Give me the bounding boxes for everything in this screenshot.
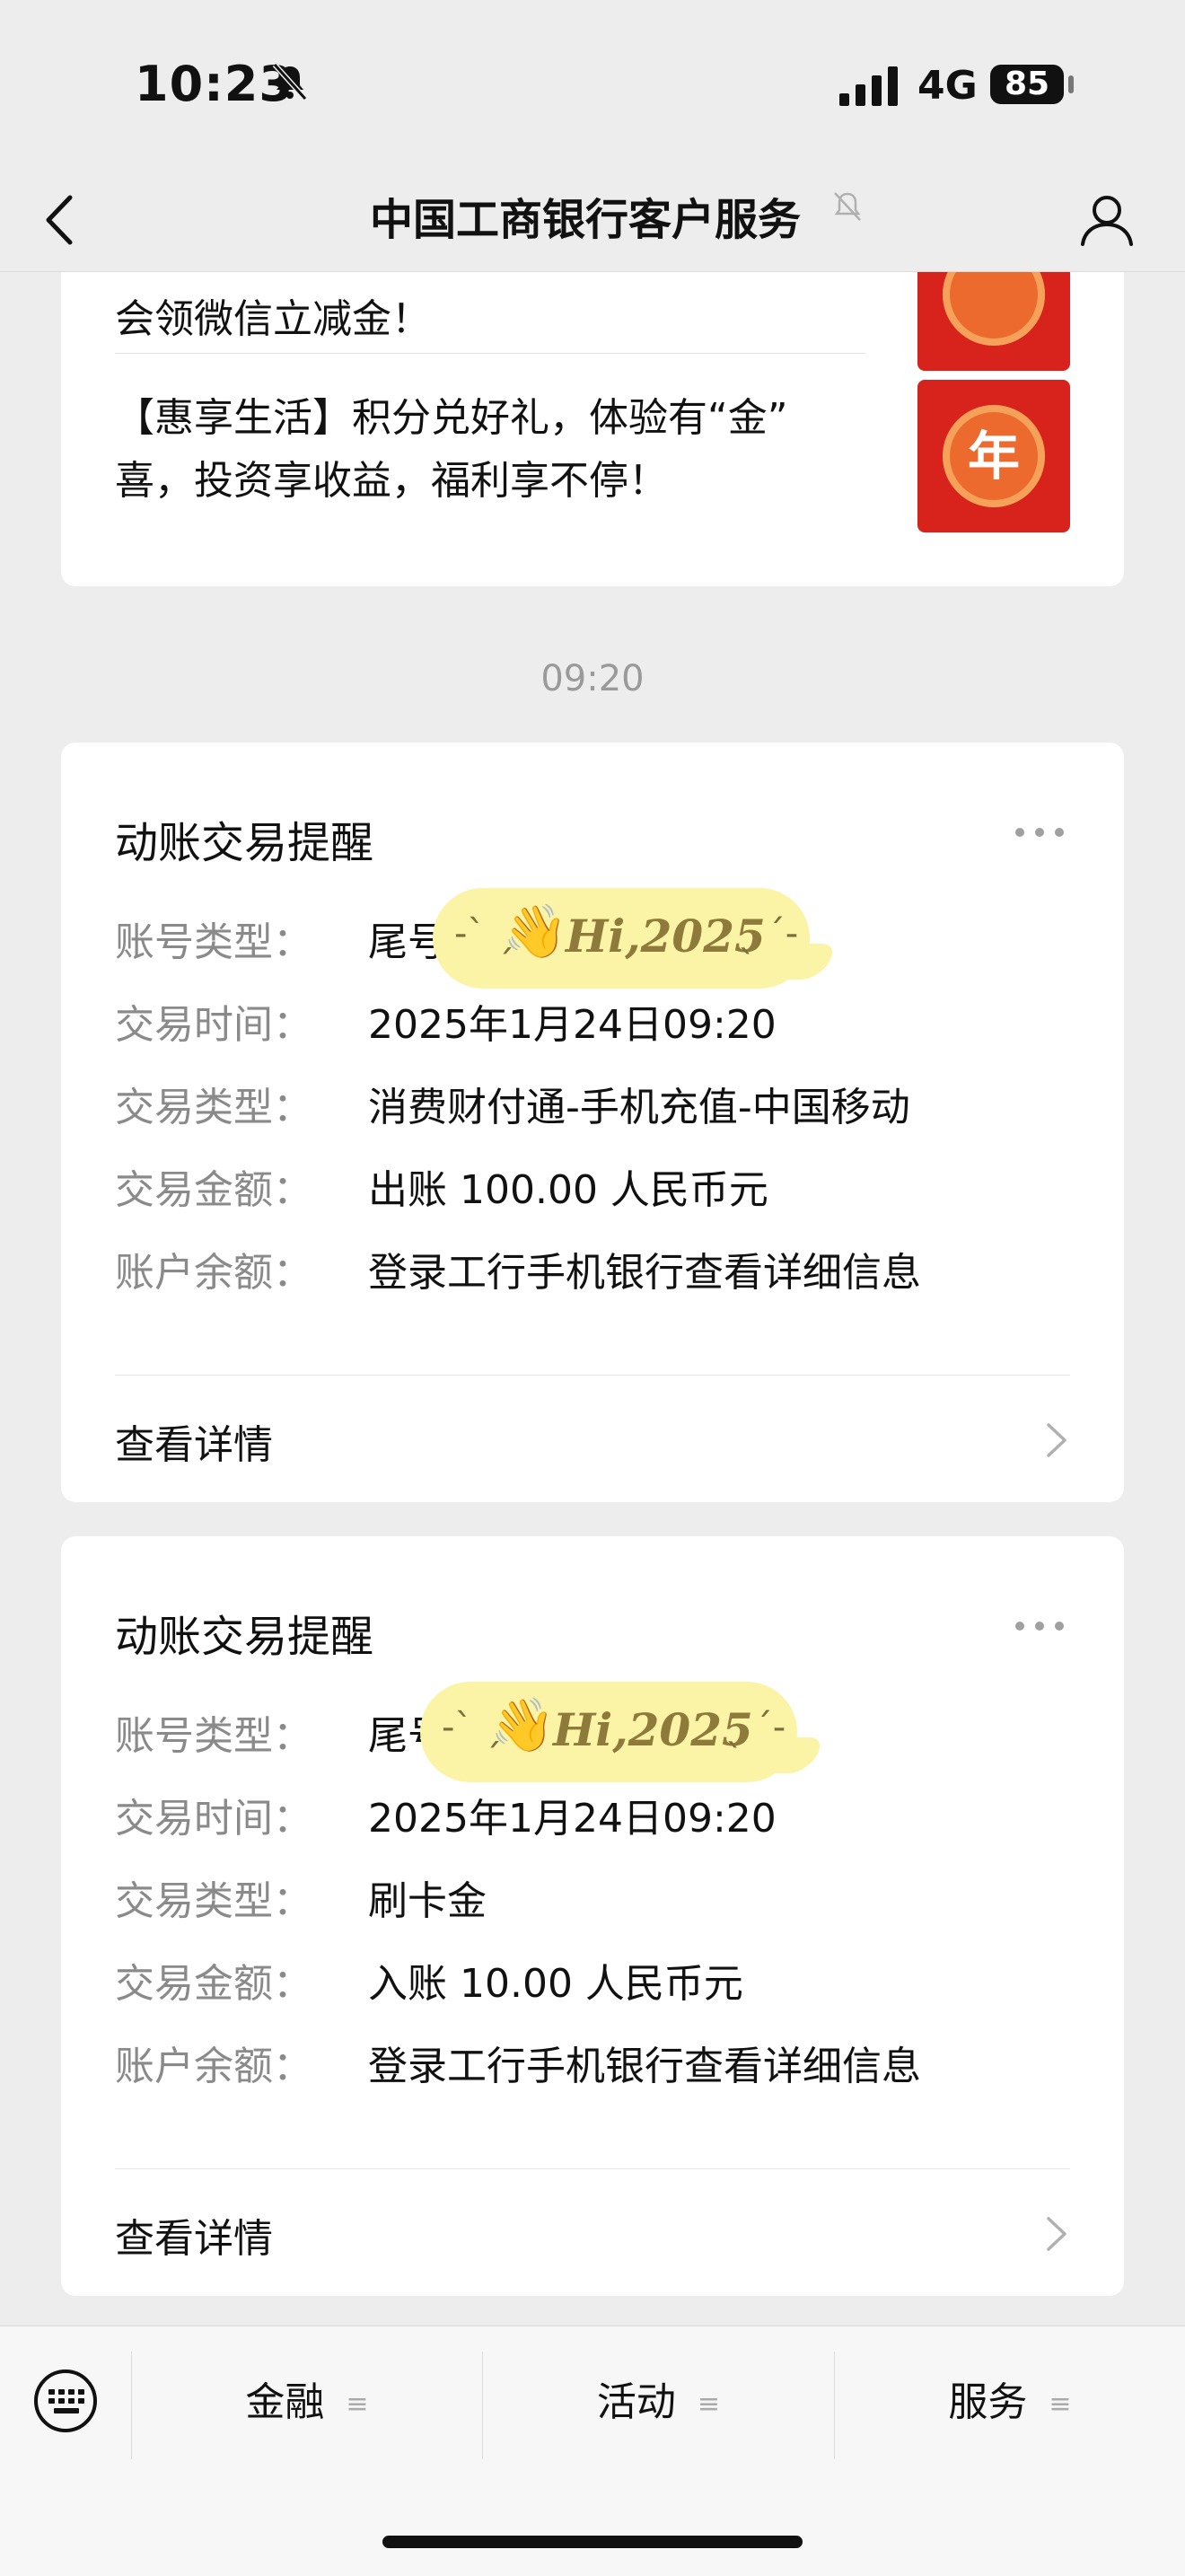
type-label: 交易类型： (115, 1085, 312, 1130)
status-bar: 10:23 4G 85 (0, 0, 1185, 171)
balance-value: 登录工行手机银行查看详细信息 (368, 2044, 921, 2089)
bell-muted-icon (272, 62, 308, 101)
muted-bell-icon (834, 192, 861, 221)
chat-content: 会领微信立减金！ 【惠享生活】积分兑好礼，体验有“金” 喜，投资享收益，福利享不… (0, 272, 1185, 2325)
time-label: 交易时间： (115, 1002, 312, 1048)
news-item-1-text[interactable]: 会领微信立减金！ (115, 288, 431, 351)
more-icon[interactable] (1013, 823, 1066, 841)
menu-item-activities[interactable]: 活动 ≡ (483, 2344, 834, 2461)
nav-bar: 中国工商银行客户服务 (0, 171, 1185, 272)
battery-nub (1068, 75, 1074, 93)
transaction-card[interactable]: 动账交易提醒 账号类型： 尾号 交易时间： 2025年1月24日09:20 交易… (61, 743, 1124, 1502)
amount-value: 入账 10.00 人民币元 (368, 1961, 743, 2007)
news-item-2-line2[interactable]: 喜，投资享收益，福利享不停！ (115, 450, 668, 513)
page-title: 中国工商银行客户服务 (369, 195, 801, 245)
user-icon[interactable] (1075, 189, 1138, 251)
transaction-card[interactable]: 动账交易提醒 账号类型： 尾号 交易时间： 2025年1月24日09:20 交易… (61, 1536, 1124, 2296)
hi-2025-sticker: -ˋ ˏ 👋 Hi,2025 ˎ ˊ- (433, 888, 840, 989)
menu-lines-icon: ≡ (697, 2388, 721, 2420)
message-timestamp: 09:20 (540, 658, 645, 699)
account-type-label: 账号类型： (115, 1713, 312, 1759)
news-card[interactable]: 会领微信立减金！ 【惠享生活】积分兑好礼，体验有“金” 喜，投资享收益，福利享不… (61, 272, 1124, 586)
type-value: 消费财付通-手机充值-中国移动 (368, 1085, 910, 1130)
amount-label: 交易金额： (115, 1167, 312, 1213)
menu-lines-icon: ≡ (346, 2388, 369, 2420)
battery-icon: 85 (990, 65, 1064, 104)
thumb-ring (943, 272, 1045, 346)
card-divider (115, 2168, 1070, 2169)
menu-item-finance[interactable]: 金融 ≡ (132, 2344, 482, 2461)
keyboard-toggle-icon[interactable] (32, 2368, 99, 2434)
time-value: 2025年1月24日09:20 (368, 1002, 777, 1048)
time-label: 交易时间： (115, 1796, 312, 1842)
waving-hand-icon: 👋 (503, 901, 568, 962)
chevron-right-icon[interactable] (1043, 2213, 1070, 2255)
chevron-right-icon[interactable] (1043, 1420, 1070, 1461)
menu-lines-icon: ≡ (1049, 2388, 1072, 2420)
card-title: 动账交易提醒 (115, 818, 374, 868)
balance-label: 账户余额： (115, 2044, 312, 2089)
view-details-link[interactable]: 查看详情 (115, 1412, 273, 1470)
time-value: 2025年1月24日09:20 (368, 1796, 777, 1842)
news-divider (115, 353, 865, 354)
hi-2025-sticker: -ˋ ˏ 👋 Hi,2025 ˎ ˊ- (420, 1682, 828, 1782)
network-type: 4G (917, 63, 978, 109)
waving-hand-icon: 👋 (490, 1694, 556, 1755)
home-indicator[interactable] (382, 2536, 803, 2548)
account-type-label: 账号类型： (115, 919, 312, 965)
amount-label: 交易金额： (115, 1961, 312, 2007)
news-item-2-thumbnail[interactable]: 年 (917, 380, 1070, 532)
signal-icon (839, 66, 898, 106)
menu-item-services[interactable]: 服务 ≡ (835, 2344, 1185, 2461)
more-icon[interactable] (1013, 1617, 1066, 1635)
balance-label: 账户余额： (115, 1250, 312, 1296)
news-item-1-thumbnail[interactable] (917, 272, 1070, 371)
thumb-char: 年 (967, 426, 1020, 487)
type-value: 刷卡金 (368, 1878, 487, 1924)
card-title: 动账交易提醒 (115, 1612, 374, 1662)
card-divider (115, 1375, 1070, 1376)
amount-value: 出账 100.00 人民币元 (368, 1167, 768, 1213)
type-label: 交易类型： (115, 1878, 312, 1924)
news-item-2-line1[interactable]: 【惠享生活】积分兑好礼，体验有“金” (115, 387, 788, 450)
view-details-link[interactable]: 查看详情 (115, 2206, 273, 2264)
balance-value: 登录工行手机银行查看详细信息 (368, 1250, 921, 1296)
